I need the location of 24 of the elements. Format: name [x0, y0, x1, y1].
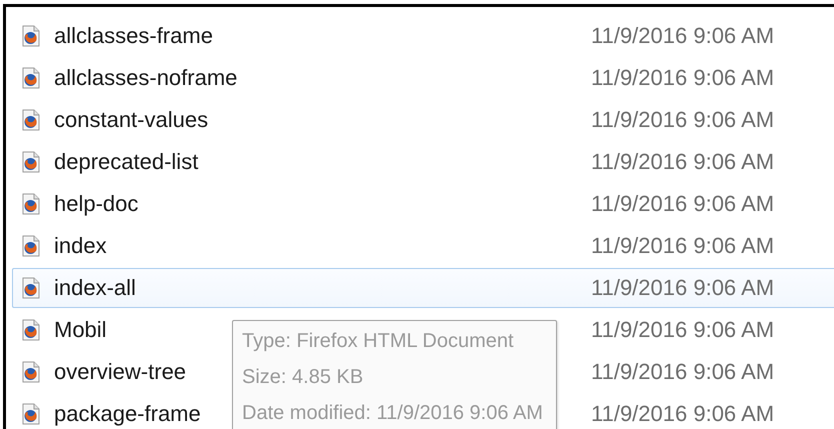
date-modified: 11/9/2016 9:06 AM — [591, 23, 774, 49]
date-modified: 11/9/2016 9:06 AM — [591, 107, 774, 133]
file-name: help-doc — [54, 191, 138, 217]
file-name: constant-values — [54, 107, 208, 133]
date-modified: 11/9/2016 9:06 AM — [591, 401, 774, 427]
date-modified: 11/9/2016 9:06 AM — [591, 233, 774, 259]
file-name: Mobil — [54, 317, 107, 343]
file-name: package-frame — [54, 401, 201, 427]
date-modified: 11/9/2016 9:06 AM — [591, 275, 774, 301]
file-name: allclasses-frame — [54, 23, 213, 49]
file-name: index — [54, 233, 107, 259]
date-modified: 11/9/2016 9:06 AM — [591, 359, 774, 385]
tooltip-line: Type: Firefox HTML Document — [242, 329, 515, 354]
file-name: index-all — [54, 275, 136, 301]
tooltip-line: Date modified: 11/9/2016 9:06 AM — [242, 401, 544, 426]
file-name: overview-tree — [54, 359, 186, 385]
file-name: deprecated-list — [54, 149, 198, 175]
date-modified: 11/9/2016 9:06 AM — [591, 191, 774, 217]
date-modified: 11/9/2016 9:06 AM — [591, 149, 774, 175]
hovered-file-row[interactable]: index-all 11/9/2016 9:06 AM — [12, 268, 834, 308]
date-modified: 11/9/2016 9:06 AM — [591, 317, 774, 343]
file-name: allclasses-noframe — [54, 65, 238, 91]
date-modified: 11/9/2016 9:06 AM — [591, 65, 774, 91]
tooltip-line: Size: 4.85 KB — [242, 365, 364, 390]
